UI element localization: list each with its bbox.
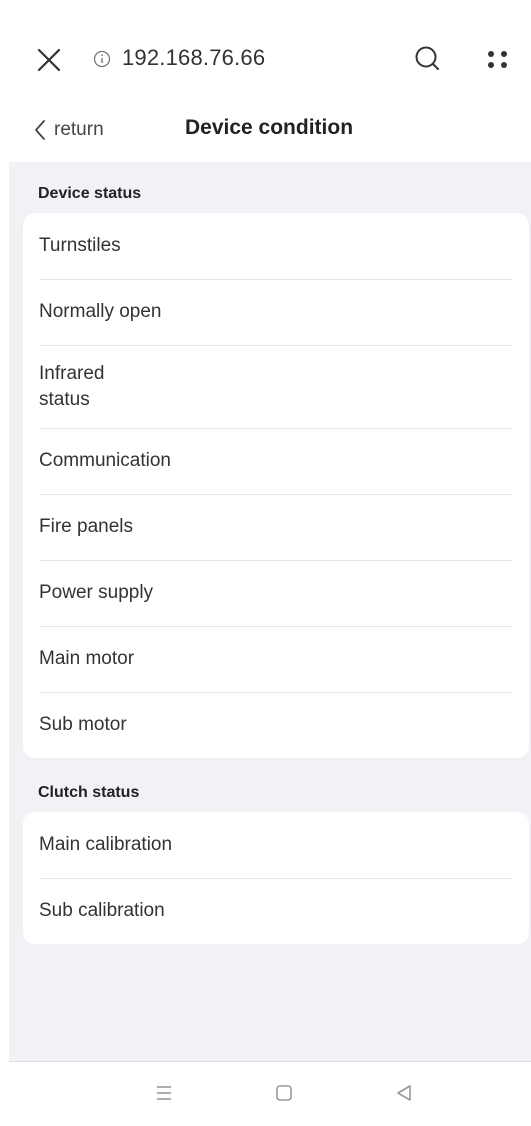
list-item-normally-open[interactable]: Normally open xyxy=(23,279,529,345)
list-item-sub-calibration[interactable]: Sub calibration xyxy=(23,878,529,944)
section-title-clutch-status: Clutch status xyxy=(38,784,140,801)
list-item-main-calibration[interactable]: Main calibration xyxy=(23,812,529,878)
more-options-button[interactable] xyxy=(485,46,511,72)
list-item-label: Turnstiles xyxy=(39,235,121,256)
back-button[interactable] xyxy=(391,1080,417,1106)
home-button[interactable] xyxy=(271,1080,297,1106)
browser-top-bar: 192.168.76.66 xyxy=(9,0,531,96)
list-item-label: Main motor xyxy=(39,648,135,669)
back-icon xyxy=(397,1085,411,1101)
list-item-label: Power supply xyxy=(39,582,154,603)
home-icon xyxy=(276,1085,292,1101)
list-item-fire-panels[interactable]: Fire panels xyxy=(23,494,529,560)
system-navigation-bar xyxy=(9,1061,531,1126)
list-item-infrared-status[interactable]: Infrared status xyxy=(23,345,529,428)
return-button[interactable]: return xyxy=(34,117,104,143)
list-item-label: Sub calibration xyxy=(39,900,165,921)
info-icon[interactable] xyxy=(93,50,111,68)
more-icon xyxy=(488,51,507,68)
list-item-label: Sub motor xyxy=(39,714,127,735)
page-header: return Device condition xyxy=(9,96,531,162)
list-item-label: Communication xyxy=(39,450,171,471)
list-item-turnstiles[interactable]: Turnstiles xyxy=(23,213,529,279)
list-item-communication[interactable]: Communication xyxy=(23,428,529,494)
list-item-label: Fire panels xyxy=(39,516,133,537)
close-icon xyxy=(37,48,61,72)
search-button[interactable] xyxy=(413,44,443,74)
search-icon xyxy=(415,46,439,70)
clutch-status-card: Main calibration Sub calibration xyxy=(23,812,529,944)
list-item-label: Main calibration xyxy=(39,834,173,855)
list-item-label: Infrared status xyxy=(39,362,105,410)
page-title: Device condition xyxy=(185,116,354,139)
close-button[interactable] xyxy=(35,46,63,74)
return-label: return xyxy=(54,119,104,140)
list-item-main-motor[interactable]: Main motor xyxy=(23,626,529,692)
device-status-card: Turnstiles Normally open Infrared status… xyxy=(23,213,529,758)
list-item-label: Normally open xyxy=(39,301,162,322)
menu-icon xyxy=(157,1086,171,1100)
section-title-device-status: Device status xyxy=(38,185,142,202)
chevron-left-icon xyxy=(35,120,45,140)
list-item-sub-motor[interactable]: Sub motor xyxy=(23,692,529,758)
address-bar-url[interactable]: 192.168.76.66 xyxy=(122,45,265,71)
phone-frame: 192.168.76.66 return Device condition De… xyxy=(9,0,531,1126)
list-item-power-supply[interactable]: Power supply xyxy=(23,560,529,626)
menu-button[interactable] xyxy=(151,1080,177,1106)
